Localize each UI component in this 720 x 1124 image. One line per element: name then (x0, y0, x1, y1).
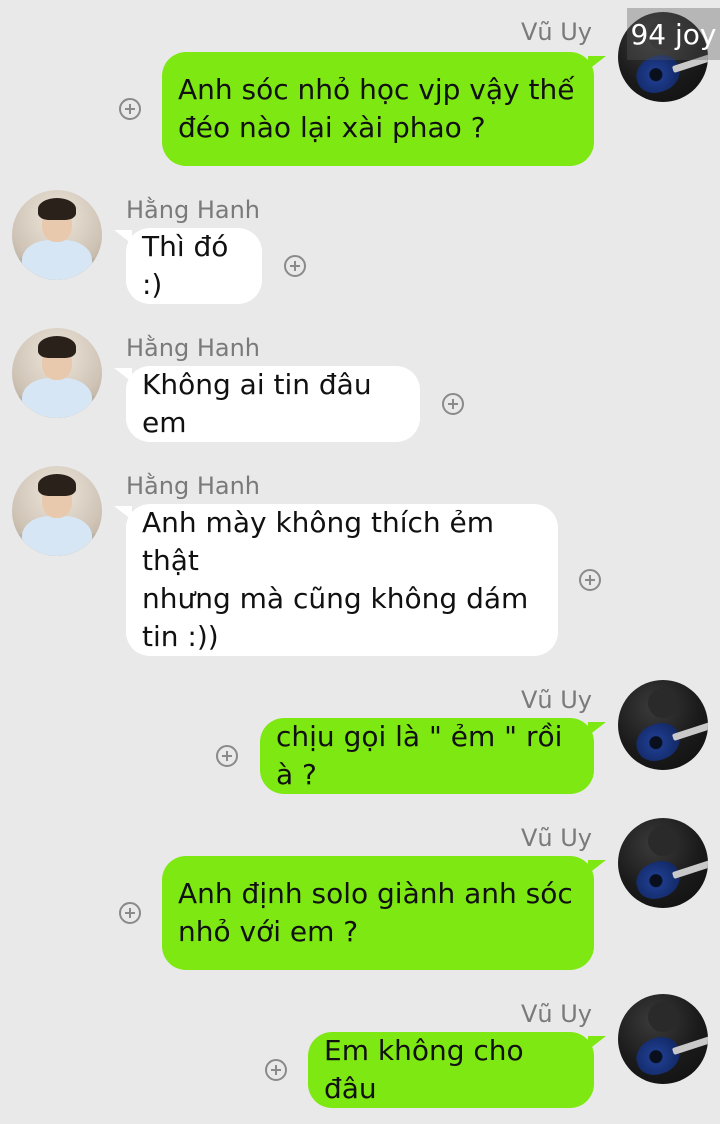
sender-name: Vũ Uy (520, 824, 592, 852)
plus-circle-icon[interactable] (265, 1059, 287, 1081)
plus-circle-icon[interactable] (284, 255, 306, 277)
message-bubble[interactable]: Không ai tin đâu em (126, 366, 420, 442)
watermark: 94 joy (627, 8, 720, 60)
message-bubble[interactable]: Anh định solo giành anh sóc nhỏ với em ? (162, 856, 594, 970)
message-text: Anh sóc nhỏ học vjp vậy thế đéo nào lại … (178, 73, 575, 144)
plus-circle-icon[interactable] (119, 98, 141, 120)
sender-name: Hằng Hanh (126, 472, 261, 500)
message-text: Anh định solo giành anh sóc nhỏ với em ? (178, 877, 573, 948)
plus-circle-icon[interactable] (442, 393, 464, 415)
message-bubble[interactable]: Thì đó :) (126, 228, 262, 304)
plus-circle-icon[interactable] (579, 569, 601, 591)
sender-name: Vũ Uy (520, 686, 592, 714)
message-bubble[interactable]: Anh sóc nhỏ học vjp vậy thế đéo nào lại … (162, 52, 594, 166)
sender-name: Hằng Hanh (126, 334, 261, 362)
avatar-vu-uy[interactable] (618, 680, 708, 770)
plus-circle-icon[interactable] (216, 745, 238, 767)
message-text: Không ai tin đâu em (142, 368, 372, 439)
sender-name: Vũ Uy (520, 1000, 592, 1028)
message-text: chịu gọi là " ẻm " rồi à ? (276, 720, 563, 791)
message-text: Em không cho đâu (324, 1034, 524, 1105)
avatar-hang-hanh[interactable] (12, 466, 102, 556)
message-text: Anh mày không thích ẻm thật nhưng mà cũn… (142, 506, 529, 653)
avatar-hang-hanh[interactable] (12, 328, 102, 418)
sender-name: Hằng Hanh (126, 196, 261, 224)
message-bubble[interactable]: chịu gọi là " ẻm " rồi à ? (260, 718, 594, 794)
sender-name: Vũ Uy (520, 18, 592, 46)
avatar-hang-hanh[interactable] (12, 190, 102, 280)
plus-circle-icon[interactable] (119, 902, 141, 924)
avatar-vu-uy[interactable] (618, 818, 708, 908)
message-bubble[interactable]: Anh mày không thích ẻm thật nhưng mà cũn… (126, 504, 558, 656)
message-bubble[interactable]: Em không cho đâu (308, 1032, 594, 1108)
avatar-vu-uy[interactable] (618, 994, 708, 1084)
message-text: Thì đó :) (142, 230, 229, 301)
